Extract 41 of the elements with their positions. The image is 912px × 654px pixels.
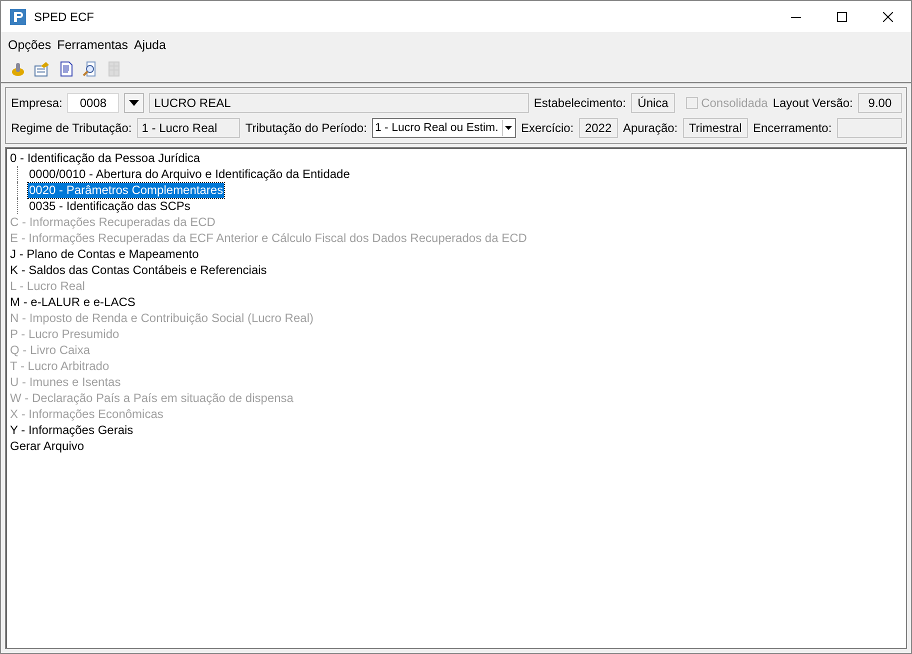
tree-item[interactable]: J - Plano de Contas e Mapeamento xyxy=(9,246,200,262)
search-document-icon[interactable] xyxy=(82,61,98,77)
readonly-field xyxy=(836,118,902,138)
field-label: Tributação do Período: xyxy=(245,121,367,135)
tree-item[interactable]: Gerar Arquivo xyxy=(9,438,86,454)
readonly-field: 9.00 xyxy=(858,93,902,113)
readonly-field: Única xyxy=(630,93,676,113)
tree-item[interactable]: 0 - Identificação da Pessoa Jurídica xyxy=(9,150,202,166)
field-label: Empresa: xyxy=(11,96,62,110)
maximize-icon[interactable] xyxy=(837,12,847,22)
caret-icon[interactable] xyxy=(129,100,140,106)
tree-item[interactable]: 0020 - Parâmetros Complementares xyxy=(28,182,224,198)
checkbox-label: Consolidada xyxy=(701,96,768,110)
app-logo-icon xyxy=(10,8,26,24)
dropdown-field[interactable]: 1 - Lucro Real ou Estim. xyxy=(372,118,516,138)
field-label: Apuração: xyxy=(622,121,678,135)
readonly-field: 2022 xyxy=(578,118,618,138)
document-icon[interactable] xyxy=(58,61,74,77)
tree-item[interactable]: K - Saldos das Contas Contábeis e Referenciais xyxy=(9,262,268,278)
readonly-field: Trimestral xyxy=(682,118,748,138)
field-label: Exercício: xyxy=(520,121,574,135)
tree-item[interactable]: 0000/0010 - Abertura do Arquivo e Identificação da Entidade xyxy=(28,166,351,182)
caret-icon[interactable] xyxy=(504,126,512,130)
input-field[interactable]: 0008 xyxy=(67,93,120,113)
menu-item[interactable]: Ajuda xyxy=(130,36,169,54)
tree-item[interactable]: 0035 - Identificação das SCPs xyxy=(28,198,192,214)
tree-item[interactable]: M - e-LALUR e e-LACS xyxy=(9,294,136,310)
dropdown-button[interactable] xyxy=(124,93,144,113)
close-icon[interactable] xyxy=(883,12,893,22)
readonly-field: 1 - Lucro Real xyxy=(136,118,240,138)
pointer-icon[interactable] xyxy=(10,61,26,77)
field-label: Encerramento: xyxy=(752,121,832,135)
window-title: SPED ECF xyxy=(34,10,94,24)
menu-item[interactable]: Ferramentas xyxy=(54,36,131,54)
field-label: Layout Versão: xyxy=(772,96,853,110)
tree-item[interactable]: Y - Informações Gerais xyxy=(9,422,134,438)
field-label: Estabelecimento: xyxy=(534,96,626,110)
readonly-field: LUCRO REAL xyxy=(149,93,529,113)
menu-item[interactable]: Opções xyxy=(5,36,54,54)
form-icon[interactable] xyxy=(34,61,50,77)
field-label: Regime de Tributação: xyxy=(11,121,132,135)
